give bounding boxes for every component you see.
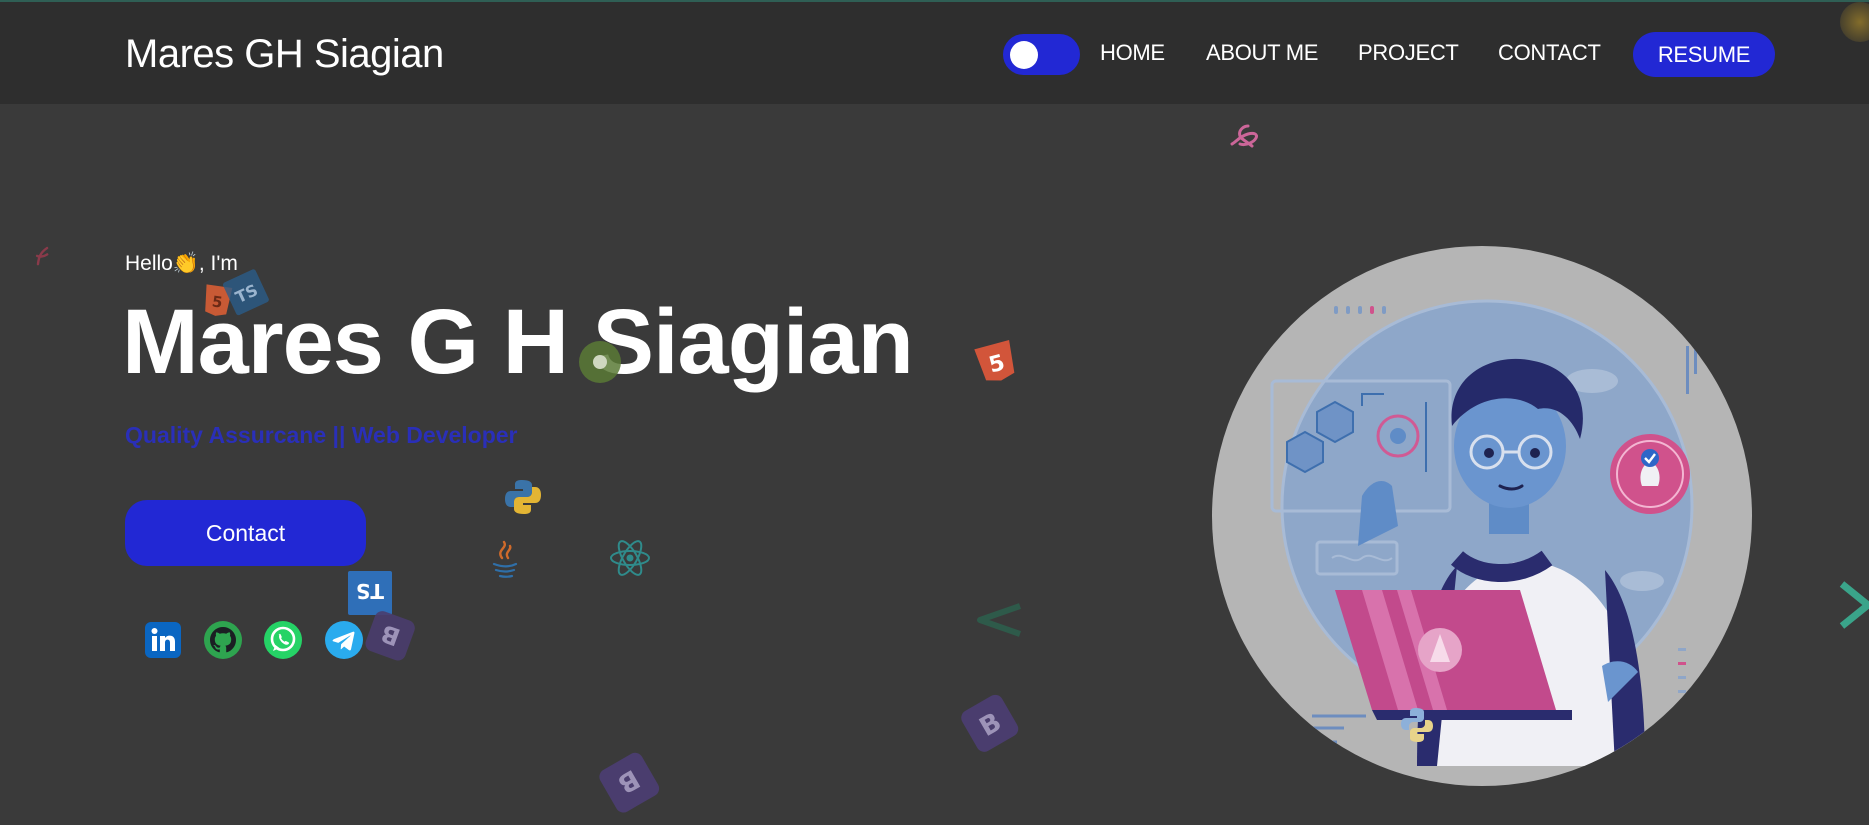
role-subtitle: Quality Assurcane || Web Developer xyxy=(125,422,518,448)
waving-hand-icon: 👏 xyxy=(172,252,200,275)
vue-icon xyxy=(976,598,1024,651)
greeting-suffix: , I'm xyxy=(198,252,238,275)
java-icon xyxy=(486,538,526,585)
navbar: Mares GH Siagian HOME ABOUT ME PROJECT C… xyxy=(0,0,1869,104)
svg-text:TS: TS xyxy=(356,579,384,603)
nav-home[interactable]: HOME xyxy=(1100,40,1165,66)
nav-about-me[interactable]: ABOUT ME xyxy=(1206,40,1318,66)
theme-toggle[interactable] xyxy=(1003,34,1080,75)
react-icon xyxy=(608,536,652,585)
resume-button[interactable]: RESUME xyxy=(1633,32,1775,77)
nav-contact[interactable]: CONTACT xyxy=(1498,40,1601,66)
gulp-icon xyxy=(25,238,60,276)
hero-illustration xyxy=(1212,246,1752,786)
gulp-circle-icon xyxy=(578,340,622,389)
sass-icon xyxy=(1222,112,1268,163)
html5-icon: 5 xyxy=(969,335,1024,394)
whatsapp-icon[interactable] xyxy=(263,620,303,660)
bootstrap-icon: B xyxy=(591,743,665,818)
toggle-knob xyxy=(1010,41,1038,69)
python-icon xyxy=(502,476,544,523)
decorative-glow xyxy=(1840,2,1869,42)
bootstrap-icon: B xyxy=(956,689,1027,762)
greeting: Hello👏, I'm xyxy=(125,252,238,276)
greeting-prefix: Hello xyxy=(125,252,173,275)
nav-project[interactable]: PROJECT xyxy=(1358,40,1459,66)
vue-icon xyxy=(1836,580,1869,635)
telegram-icon[interactable] xyxy=(324,620,364,660)
brand-title[interactable]: Mares GH Siagian xyxy=(125,32,444,77)
github-icon[interactable] xyxy=(203,620,243,660)
linkedin-icon[interactable] xyxy=(143,620,183,660)
contact-button[interactable]: Contact xyxy=(125,500,366,566)
